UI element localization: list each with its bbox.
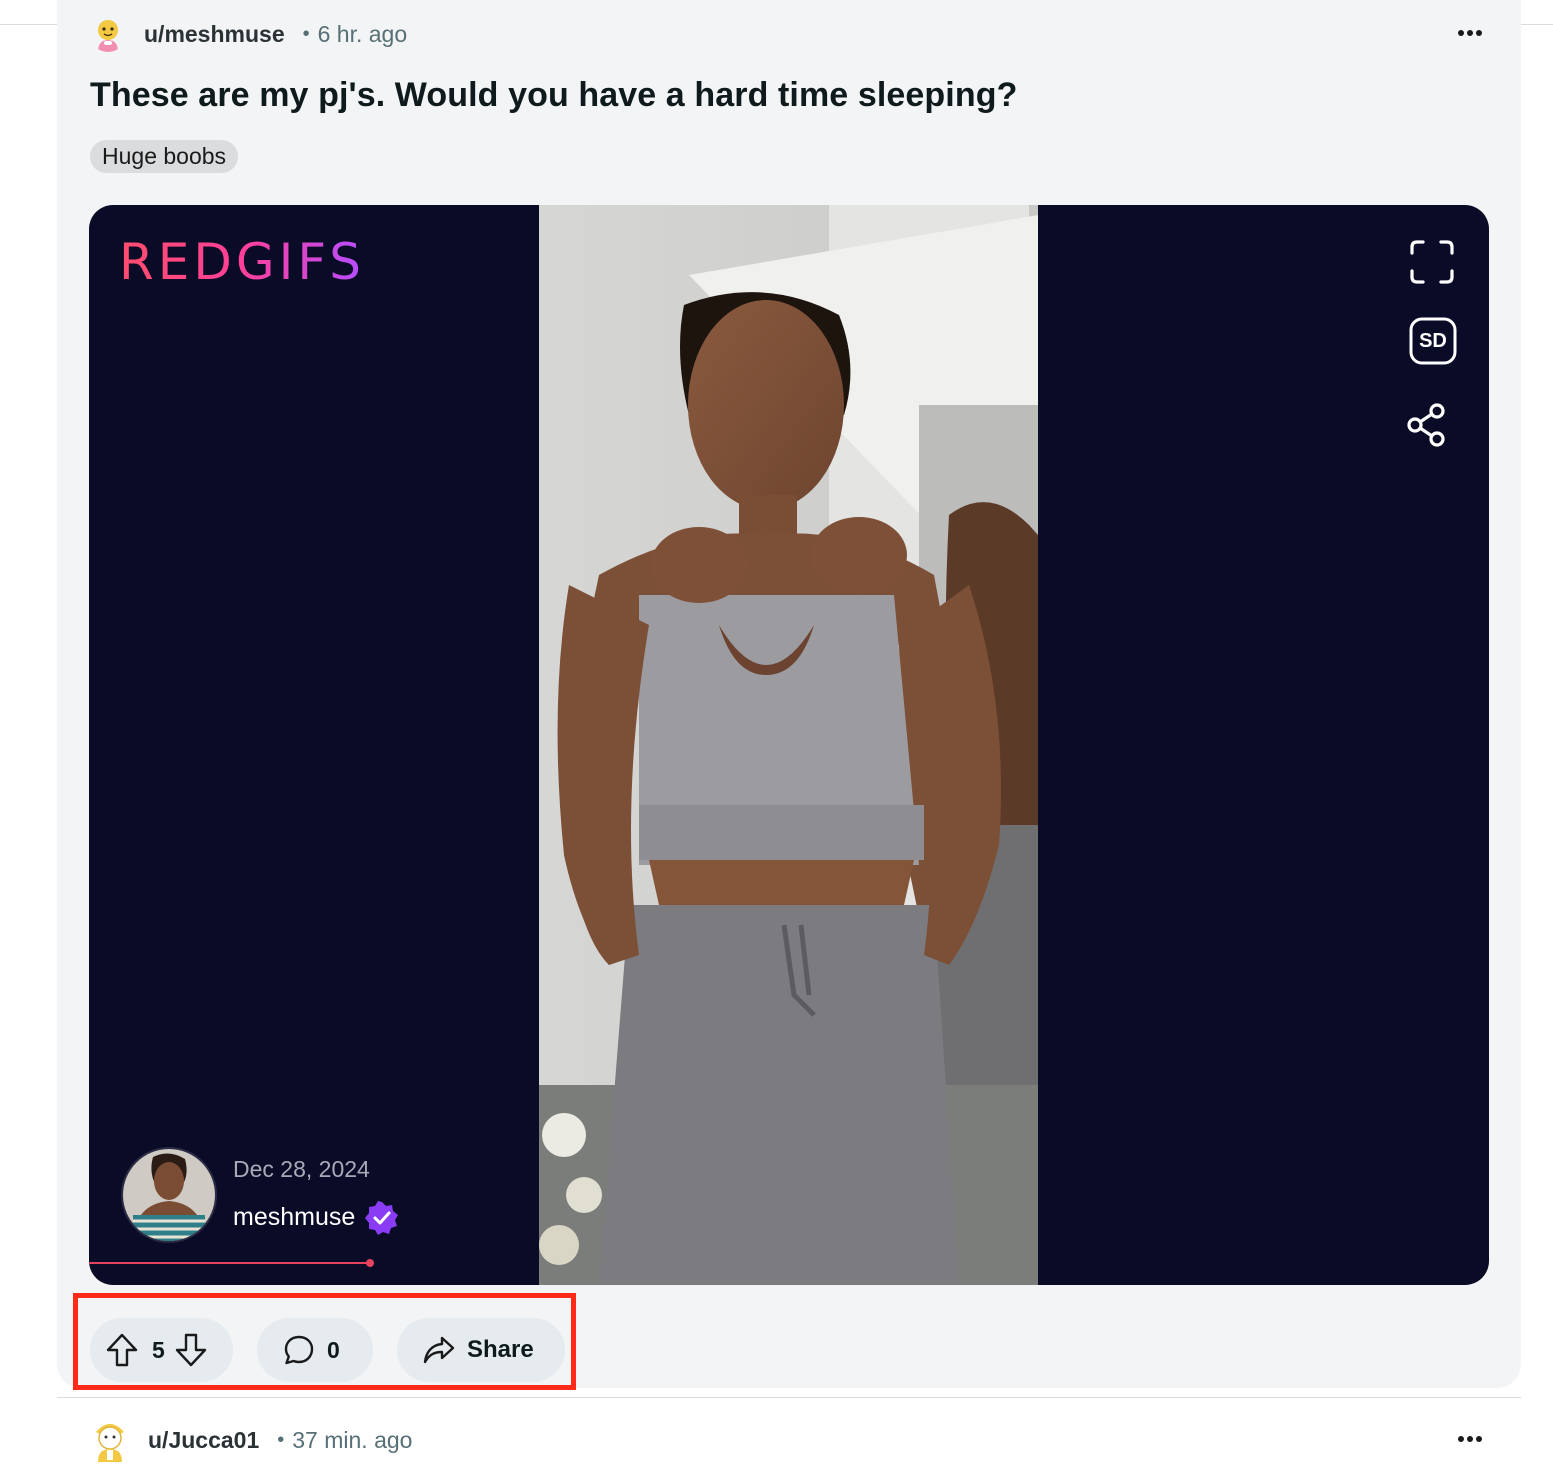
post-timestamp: 6 hr. ago: [317, 20, 408, 47]
more-dot-icon: [1476, 30, 1482, 36]
highlight-annotation-box: [73, 1293, 576, 1390]
post-card[interactable]: u/meshmuse • 6 hr. ago These are my pj's…: [57, 0, 1521, 1388]
next-meta-separator: •: [277, 1428, 285, 1451]
more-dot-icon: [1458, 1436, 1464, 1442]
share-media-icon[interactable]: [1401, 399, 1453, 451]
more-dot-icon: [1467, 30, 1473, 36]
author-avatar[interactable]: [90, 16, 126, 52]
post-header: u/meshmuse • 6 hr. ago: [90, 14, 407, 54]
creator-info[interactable]: Dec 28, 2024 meshmuse: [121, 1147, 399, 1243]
more-dot-icon: [1458, 30, 1464, 36]
feed-divider: [57, 1397, 1521, 1398]
redgifs-logo: REDGIFS: [119, 233, 365, 291]
post-title[interactable]: These are my pj's. Would you have a hard…: [90, 76, 1017, 115]
more-dot-icon: [1467, 1436, 1473, 1442]
video-progress-bar[interactable]: [89, 1259, 419, 1267]
video-progress-handle[interactable]: [366, 1259, 374, 1267]
meta-separator: •: [302, 22, 310, 45]
creator-meta: Dec 28, 2024 meshmuse: [233, 1156, 399, 1235]
author-username[interactable]: u/meshmuse: [144, 21, 285, 48]
video-frame[interactable]: [539, 205, 1038, 1285]
creator-date: Dec 28, 2024: [233, 1155, 370, 1182]
verified-badge-icon: [365, 1200, 399, 1235]
creator-name-row: meshmuse: [233, 1200, 399, 1235]
fullscreen-icon[interactable]: [1406, 236, 1458, 288]
next-post-timestamp: 37 min. ago: [292, 1426, 413, 1453]
media-player[interactable]: REDGIFS SD Dec 28, 2024 meshmuse: [89, 205, 1489, 1285]
video-progress-fill: [89, 1262, 370, 1264]
more-dot-icon: [1476, 1436, 1482, 1442]
next-post-overflow-menu-button[interactable]: [1450, 1424, 1490, 1454]
next-post-header: u/Jucca01 • 37 min. ago: [90, 1418, 412, 1462]
quality-label: SD: [1419, 330, 1447, 352]
creator-avatar[interactable]: [121, 1147, 217, 1243]
post-flair[interactable]: Huge boobs: [90, 140, 239, 173]
next-author-username[interactable]: u/Jucca01: [148, 1427, 259, 1454]
quality-toggle-button[interactable]: SD: [1407, 315, 1459, 367]
creator-name[interactable]: meshmuse: [233, 1203, 355, 1232]
next-author-avatar[interactable]: [90, 1418, 130, 1462]
post-overflow-menu-button[interactable]: [1450, 18, 1490, 48]
video-still-image: [539, 205, 1038, 1285]
